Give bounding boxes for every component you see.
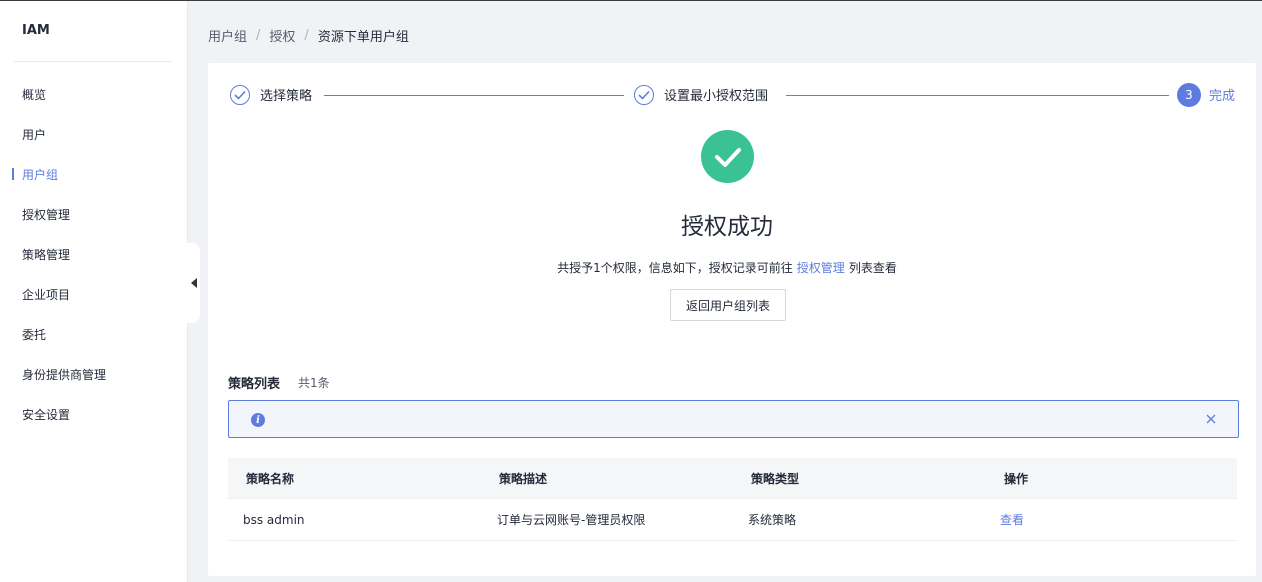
sidebar: IAM 概览 用户 用户组 授权管理 策略管理 企业项目 委托 身份提供商管理 … [0, 1, 188, 582]
sidebar-collapse-handle[interactable] [187, 243, 200, 323]
column-header-policy-name: 策略名称 [246, 471, 295, 486]
step-connector [786, 95, 1169, 96]
breadcrumb: 用户组 / 授权 / 资源下单用户组 [208, 26, 409, 45]
breadcrumb-item-current: 资源下单用户组 [317, 29, 409, 45]
table-row: bss admin 订单与云网账号-管理员权限 系统策略 查看 [228, 498, 1237, 541]
permission-management-link[interactable]: 授权管理 [797, 261, 845, 275]
policy-table: 策略名称 策略描述 策略类型 操作 bss admin 订单与云网账号-管理员权… [228, 458, 1237, 541]
main-card: 选择策略 设置最小授权范围 3 完成 授权成功 共授予1个权限，信息如下，授权记… [208, 63, 1256, 576]
brand-title: IAM [22, 23, 50, 38]
step-label-select-policy: 选择策略 [260, 89, 313, 104]
column-header-actions: 操作 [1004, 471, 1029, 486]
step-number-badge: 3 [1177, 83, 1201, 107]
cell-actions: 查看 [987, 511, 1237, 528]
policy-list-count: 共1条 [298, 376, 330, 390]
sidebar-item-user-groups[interactable]: 用户组 [0, 154, 188, 194]
step-done-check-icon [230, 85, 250, 105]
step-label-min-scope: 设置最小授权范围 [664, 89, 769, 104]
breadcrumb-item-authorize[interactable]: 授权 [269, 26, 295, 45]
column-header-policy-desc: 策略描述 [499, 471, 548, 486]
sidebar-item-overview[interactable]: 概览 [0, 74, 188, 114]
success-check-icon [701, 130, 754, 183]
cell-policy-type: 系统策略 [748, 513, 797, 527]
sidebar-item-users[interactable]: 用户 [0, 114, 188, 154]
close-icon [1206, 414, 1216, 424]
step-label-complete: 完成 [1209, 89, 1236, 104]
sidebar-item-permissions[interactable]: 授权管理 [0, 194, 188, 234]
collapse-left-icon [190, 278, 197, 288]
back-to-user-group-list-button[interactable]: 返回用户组列表 [670, 289, 786, 321]
sidebar-divider [14, 61, 172, 62]
breadcrumb-separator: / [304, 27, 309, 43]
success-description-text: 共授予1个权限，信息如下，授权记录可前往 [557, 261, 793, 275]
sidebar-item-agencies[interactable]: 委托 [0, 314, 188, 354]
sidebar-item-identity-providers[interactable]: 身份提供商管理 [0, 354, 188, 394]
success-title: 授权成功 [681, 214, 773, 240]
step-done-check-icon [634, 85, 654, 105]
breadcrumb-item-user-groups[interactable]: 用户组 [208, 26, 247, 45]
breadcrumb-separator: / [256, 27, 261, 43]
view-policy-link[interactable]: 查看 [1000, 513, 1024, 527]
sidebar-item-enterprise-projects[interactable]: 企业项目 [0, 274, 188, 314]
table-header: 策略名称 策略描述 策略类型 操作 [228, 458, 1237, 498]
sidebar-item-policies[interactable]: 策略管理 [0, 234, 188, 274]
column-header-policy-type: 策略类型 [751, 471, 800, 486]
success-description-suffix: 列表查看 [848, 261, 897, 275]
step-connector [324, 95, 624, 96]
info-icon: i [251, 413, 265, 427]
info-alert: i [228, 400, 1239, 438]
policy-list-title: 策略列表 [228, 377, 281, 392]
sidebar-item-security-settings[interactable]: 安全设置 [0, 394, 188, 434]
close-alert-button[interactable] [1203, 411, 1219, 427]
success-description: 共授予1个权限，信息如下，授权记录可前往 授权管理 列表查看 [208, 259, 1246, 276]
cell-policy-desc: 订单与云网账号-管理员权限 [497, 513, 646, 527]
cell-policy-name: bss admin [243, 512, 305, 527]
